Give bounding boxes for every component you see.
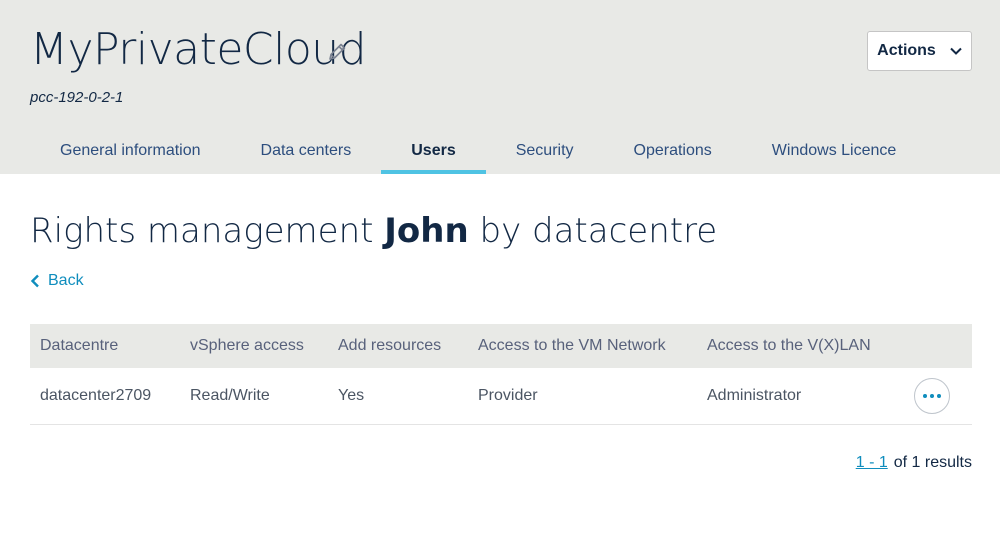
- back-label: Back: [48, 272, 84, 289]
- tab-data-centers[interactable]: Data centers: [231, 130, 382, 174]
- row-actions-button[interactable]: [914, 377, 950, 414]
- user-name: John: [384, 211, 469, 251]
- pencil-icon[interactable]: [326, 41, 348, 63]
- rights-table: Datacentre vSphere access Add resources …: [30, 324, 972, 425]
- tab-general-information[interactable]: General information: [30, 130, 231, 174]
- service-name: pcc-192-0-2-1: [30, 89, 124, 106]
- column-header[interactable]: Access to the VM Network: [468, 324, 697, 368]
- tab-bar: General information Data centers Users S…: [30, 130, 926, 174]
- column-header[interactable]: Datacentre: [30, 324, 180, 368]
- more-horizontal-icon: [923, 393, 941, 398]
- row-menu-cell: [887, 368, 972, 424]
- table-cell: Yes: [338, 386, 365, 404]
- actions-button-label: Actions: [877, 42, 936, 59]
- page-header: MyPrivateCloud pcc-192-0-2-1 Actions Gen…: [0, 0, 1000, 174]
- table-cell: Administrator: [707, 386, 802, 404]
- chevron-left-icon: [30, 274, 39, 288]
- tab-users[interactable]: Users: [381, 130, 487, 174]
- pagination-total: of 1 results: [893, 454, 972, 471]
- tab-operations[interactable]: Operations: [604, 130, 742, 174]
- column-header[interactable]: Add resources: [328, 324, 468, 368]
- column-header[interactable]: Access to the V(X)LAN: [697, 324, 887, 368]
- actions-button[interactable]: Actions: [867, 31, 972, 71]
- tab-security[interactable]: Security: [486, 130, 604, 174]
- column-header[interactable]: vSphere access: [180, 324, 328, 368]
- tab-windows-licence[interactable]: Windows Licence: [742, 130, 927, 174]
- pagination: 1 - 1 of 1 results: [856, 454, 972, 472]
- table-cell: Read/Write: [190, 386, 270, 404]
- pagination-range-link[interactable]: 1 - 1: [856, 454, 888, 472]
- back-link[interactable]: Back: [30, 272, 84, 290]
- column-header-empty: [887, 324, 972, 368]
- table-cell: datacenter2709: [40, 386, 152, 404]
- table-row: datacenter2709 Read/Write Yes Provider A…: [30, 368, 972, 424]
- table-cell: Provider: [478, 386, 538, 404]
- table-header-row: Datacentre vSphere access Add resources …: [30, 324, 972, 368]
- section-heading: Rights management John by datacentre: [30, 211, 718, 251]
- chevron-down-icon: [950, 47, 962, 55]
- page-title: MyPrivateCloud: [30, 24, 367, 75]
